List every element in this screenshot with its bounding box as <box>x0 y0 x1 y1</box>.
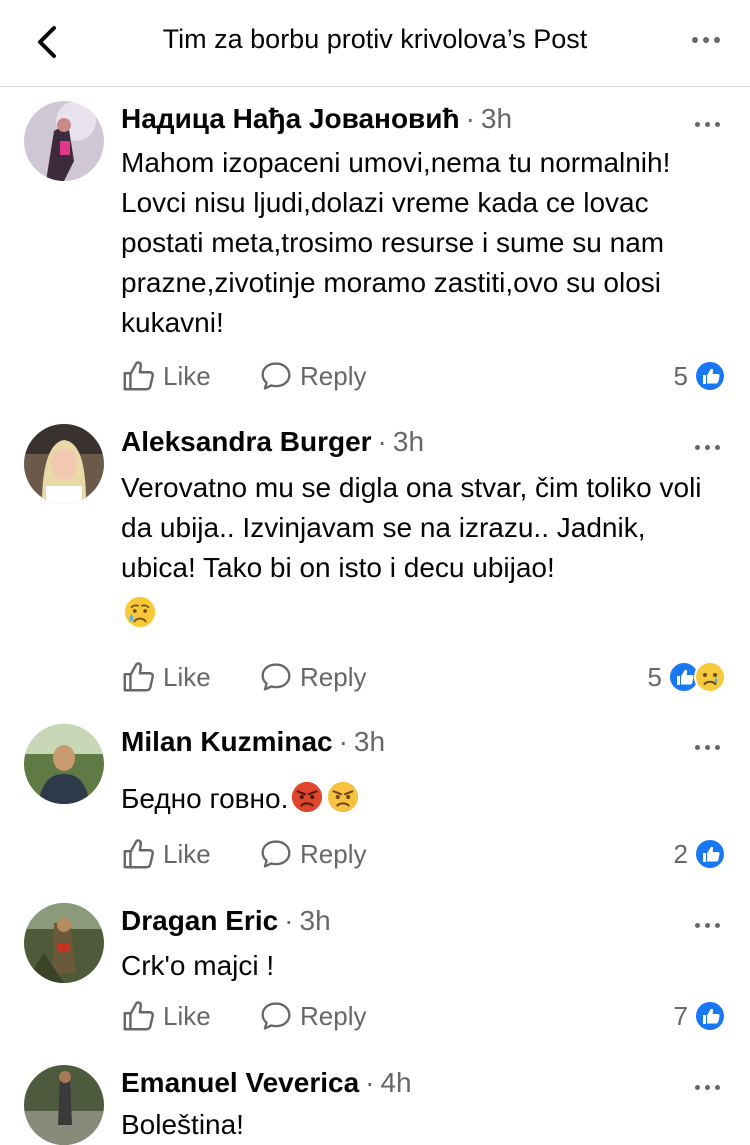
like-label: Like <box>163 661 211 692</box>
author-name[interactable]: Emanuel Veverica <box>121 1067 359 1098</box>
more-dots-icon <box>695 122 720 127</box>
comment-text-block: Бедно говно. <box>121 779 721 819</box>
comment-text: Бедно говно. <box>121 783 289 814</box>
like-icon <box>121 999 155 1033</box>
more-options-button[interactable] <box>692 30 720 48</box>
page-title: Tim za borbu protiv krivolova’s Post <box>162 24 588 54</box>
reply-button[interactable]: Reply <box>260 834 366 874</box>
post-header: Tim za borbu protiv krivolova’s Post <box>0 0 750 87</box>
comment-more-button[interactable] <box>695 915 720 933</box>
comment-time[interactable]: 3h <box>393 426 424 457</box>
comment-text: Verovatno mu se digla ona stvar, čim tol… <box>121 472 702 583</box>
pouting-face-emoji <box>290 780 324 814</box>
comment-actions: Like Reply 2 <box>121 834 726 874</box>
angry-face-emoji <box>326 780 360 814</box>
more-dots-icon <box>692 37 720 43</box>
avatar[interactable] <box>24 1065 104 1145</box>
reply-label: Reply <box>300 1000 367 1031</box>
comment-actions: Like Reply 7 <box>121 996 726 1036</box>
reaction-summary[interactable]: 2 <box>674 834 726 874</box>
sad-reaction-icon <box>694 661 726 693</box>
reply-label: Reply <box>300 360 367 391</box>
reply-button[interactable]: Reply <box>260 996 366 1036</box>
reply-icon <box>260 360 292 392</box>
comment-more-button[interactable] <box>695 114 720 132</box>
like-icon <box>121 359 155 393</box>
comment-header: Надица Нађа Јовановић · 3h <box>121 103 513 134</box>
comment-time[interactable]: 3h <box>354 726 385 757</box>
reaction-summary[interactable]: 5 <box>648 657 726 697</box>
comment: Dragan Eric · 3h Crk'o majci ! Like Reply … <box>0 901 750 1051</box>
more-dots-icon <box>695 445 720 450</box>
like-button[interactable]: Like <box>121 356 211 396</box>
like-button[interactable]: Like <box>121 657 211 697</box>
like-reaction-icon <box>694 360 726 392</box>
avatar[interactable] <box>24 424 104 504</box>
like-reaction-icon <box>694 838 726 870</box>
comment-header: Dragan Eric · 3h <box>121 905 331 936</box>
comment-more-button[interactable] <box>695 437 720 455</box>
like-label: Like <box>163 838 211 869</box>
comment-header: Aleksandra Burger · 3h <box>121 426 425 457</box>
comment-actions: Like Reply 5 <box>121 657 726 697</box>
comment-header: Emanuel Veverica · 4h <box>121 1067 412 1098</box>
comment: Emanuel Veverica · 4h Boleština! <box>0 1063 750 1145</box>
reply-button[interactable]: Reply <box>260 356 366 396</box>
more-dots-icon <box>695 745 720 750</box>
comment: Aleksandra Burger · 3h Verovatno mu se dig… <box>0 423 750 713</box>
comment-text: Boleština! <box>121 1109 244 1140</box>
comment-text: Crk'o majci ! <box>121 950 275 981</box>
like-icon <box>121 660 155 694</box>
avatar[interactable] <box>24 724 104 804</box>
like-label: Like <box>163 1000 211 1031</box>
like-button[interactable]: Like <box>121 834 211 874</box>
more-dots-icon <box>695 923 720 928</box>
reply-button[interactable]: Reply <box>260 657 366 697</box>
avatar[interactable] <box>24 101 104 181</box>
author-name[interactable]: Надица Нађа Јовановић <box>121 103 460 134</box>
reaction-summary[interactable]: 5 <box>674 356 726 396</box>
author-name[interactable]: Dragan Eric <box>121 905 278 936</box>
reaction-count: 7 <box>673 1000 688 1031</box>
like-reaction-icon <box>694 1000 726 1032</box>
reply-label: Reply <box>300 838 367 869</box>
comment-header: Milan Kuzminac · 3h <box>121 726 386 757</box>
comment-emoji-row <box>121 595 157 629</box>
comment-actions: Like Reply 5 <box>121 356 726 396</box>
comment-more-button[interactable] <box>695 1077 720 1095</box>
comment-time[interactable]: 3h <box>481 103 512 134</box>
reaction-summary[interactable]: 7 <box>674 996 726 1036</box>
reply-icon <box>260 838 292 870</box>
comment-more-button[interactable] <box>695 737 720 755</box>
reaction-count: 2 <box>673 838 688 869</box>
comment-time[interactable]: 4h <box>380 1067 411 1098</box>
reaction-count: 5 <box>647 661 662 692</box>
reaction-count: 5 <box>673 360 688 391</box>
reply-label: Reply <box>300 661 367 692</box>
comment-text-block: Verovatno mu se digla ona stvar, čim tol… <box>121 468 721 588</box>
reply-icon <box>260 661 292 693</box>
crying-face-emoji <box>123 595 157 629</box>
like-icon <box>121 837 155 871</box>
author-name[interactable]: Aleksandra Burger <box>121 426 372 457</box>
like-label: Like <box>163 360 211 391</box>
author-name[interactable]: Milan Kuzminac <box>121 726 333 757</box>
more-dots-icon <box>695 1085 720 1090</box>
comment-text: Mahom izopaceni umovi,nema tu normalnih!… <box>121 147 671 338</box>
comment-time[interactable]: 3h <box>300 905 331 936</box>
like-button[interactable]: Like <box>121 996 211 1036</box>
avatar[interactable] <box>24 903 104 983</box>
comment: Надица Нађа Јовановић · 3h Mahom izopaceni… <box>0 100 750 405</box>
reply-icon <box>260 1000 292 1032</box>
comment: Milan Kuzminac · 3h Бедно говно. Like Repl… <box>0 723 750 893</box>
